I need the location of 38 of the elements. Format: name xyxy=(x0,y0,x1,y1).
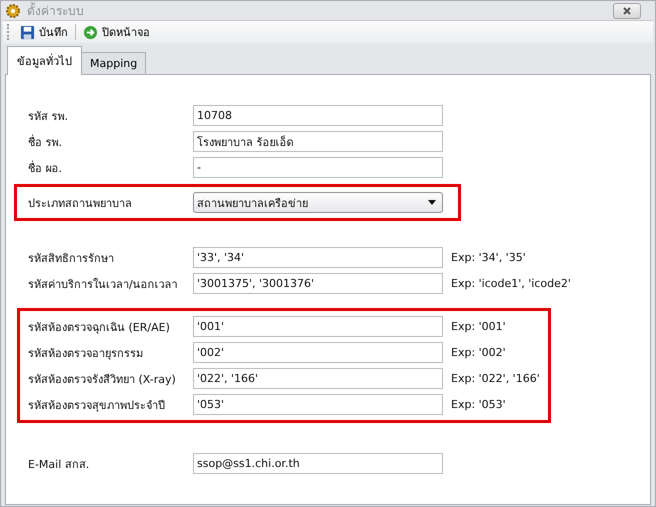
example-hint: Exp: '34', '35' xyxy=(451,251,526,264)
example-hint: Exp: '022', '166' xyxy=(451,372,540,385)
input-field[interactable]: '022', '166' xyxy=(193,368,443,389)
example-hint: Exp: '002' xyxy=(451,346,506,359)
input-field[interactable]: '002' xyxy=(193,342,443,363)
field-label: รหัสห้องตรวจฉุกเฉิน (ER/AE) xyxy=(28,320,171,336)
input-field[interactable]: - xyxy=(193,157,443,178)
field-label: รหัสค่าบริการในเวลา/นอกเวลา xyxy=(28,276,179,292)
field-label: ประเภทสถานพยาบาล xyxy=(28,196,133,212)
input-field[interactable]: '001' xyxy=(193,316,443,337)
field-label: E-Mail สกส. xyxy=(28,456,90,472)
field-label: ชื่อ รพ. xyxy=(28,134,63,150)
save-button[interactable]: บันทึก xyxy=(17,21,71,43)
input-field[interactable]: ssop@ss1.chi.or.th xyxy=(193,453,443,474)
input-field[interactable]: '053' xyxy=(193,394,443,415)
example-hint: Exp: '053' xyxy=(451,398,506,411)
field-label: รหัสห้องตรวจอายุรกรรม xyxy=(28,346,144,362)
gear-icon xyxy=(5,2,21,18)
tab[interactable]: ข้อมูลทั่วไป xyxy=(7,46,82,75)
input-field[interactable]: โรงพยาบาล ร้อยเอ็ด xyxy=(193,131,443,152)
tab[interactable]: Mapping xyxy=(81,52,146,74)
input-field[interactable]: 10708 xyxy=(193,105,443,126)
field-label: ชื่อ ผอ. xyxy=(28,160,63,176)
input-field[interactable]: '33', '34' xyxy=(193,247,443,268)
dropdown[interactable]: สถานพยาบาลเครือข่าย xyxy=(193,192,443,213)
input-field[interactable]: '3001375', '3001376' xyxy=(193,273,443,294)
window-title: ตั้งค่าระบบ xyxy=(27,1,85,20)
close-button[interactable] xyxy=(613,2,641,18)
field-label: รหัสสิทธิการรักษา xyxy=(28,250,115,266)
field-label: รหัสห้องตรวจสุขภาพประจำปี xyxy=(28,398,166,414)
arrow-circle-icon xyxy=(83,24,98,40)
field-label: รหัส รพ. xyxy=(28,108,69,124)
field-label: รหัสห้องตรวจรังสีวิทยา (X-ray) xyxy=(28,372,177,388)
caret-icon xyxy=(428,200,436,205)
close-screen-button[interactable]: ปิดหน้าจอ xyxy=(80,21,153,43)
example-hint: Exp: 'icode1', 'icode2' xyxy=(451,277,571,290)
close-icon xyxy=(622,6,632,16)
example-hint: Exp: '001' xyxy=(451,320,506,333)
